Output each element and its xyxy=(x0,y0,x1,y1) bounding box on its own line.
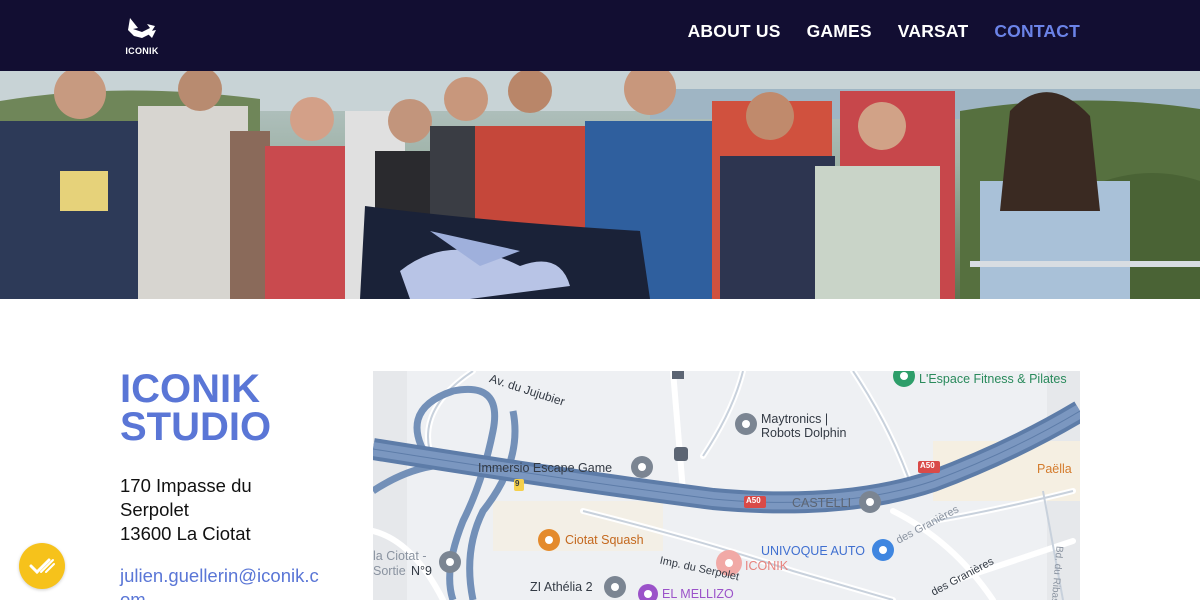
map-label-maytronics-1: Maytronics | xyxy=(761,412,829,426)
studio-address: 170 Impasse du Serpolet 13600 La Ciotat xyxy=(120,474,320,546)
nav-about-us[interactable]: ABOUT US xyxy=(688,21,781,42)
iconik-logo[interactable]: ICONIK xyxy=(120,14,164,58)
site-header: ICONIK ABOUT US GAMES VARSAT CONTACT xyxy=(0,0,1200,71)
nav-contact[interactable]: CONTACT xyxy=(994,21,1080,42)
contact-email-link[interactable]: julien.guellerin@iconik.com xyxy=(120,564,325,600)
map-label-athelia: ZI Athélia 2 xyxy=(530,580,593,594)
studio-title-line1: ICONIK xyxy=(120,367,260,411)
map-label-escape-game: Immersio Escape Game xyxy=(478,461,613,475)
location-map[interactable]: Av. du Jujubier Maytronics | Robots Dolp… xyxy=(373,371,1080,600)
winged-fox-icon xyxy=(128,18,156,38)
map-label-a50-west: A50 xyxy=(746,496,761,505)
map-label-el-mellizo: EL MELLIZO xyxy=(662,587,734,600)
map-label-n9: N°9 xyxy=(411,564,432,578)
map-label-paella: Paëlla xyxy=(1037,462,1072,476)
nav-games[interactable]: GAMES xyxy=(807,21,872,42)
map-label-iconik: ICONIK xyxy=(745,559,789,573)
logo-wordmark: ICONIK xyxy=(125,46,159,56)
map-label-espace-fitness: L'Espace Fitness & Pilates xyxy=(919,372,1067,386)
address-line2: Serpolet xyxy=(120,499,189,520)
map-label-route-9: 9 xyxy=(515,479,520,488)
address-line1: 170 Impasse du xyxy=(120,475,252,496)
map-label-sortie-2: Sortie xyxy=(373,564,406,578)
studio-title-line2: STUDIO xyxy=(120,405,272,449)
studio-title: ICONIK STUDIO xyxy=(120,367,350,449)
accessibility-check-icon xyxy=(29,558,55,575)
team-photo xyxy=(0,71,1200,299)
map-label-maytronics-2: Robots Dolphin xyxy=(761,426,847,440)
map-label-ciotat-squash: Ciotat Squash xyxy=(565,533,644,547)
accessibility-check-button[interactable] xyxy=(19,543,65,589)
address-line3: 13600 La Ciotat xyxy=(120,523,251,544)
map-label-univoque-auto: UNIVOQUE AUTO xyxy=(761,544,865,558)
map-label-sortie-1: la Ciotat - xyxy=(373,549,427,563)
nav-varsat[interactable]: VARSAT xyxy=(898,21,969,42)
main-navigation: ABOUT US GAMES VARSAT CONTACT xyxy=(688,0,1080,62)
map-label-castelli: CASTELLI xyxy=(792,496,852,510)
map-label-a50-east: A50 xyxy=(920,461,935,470)
